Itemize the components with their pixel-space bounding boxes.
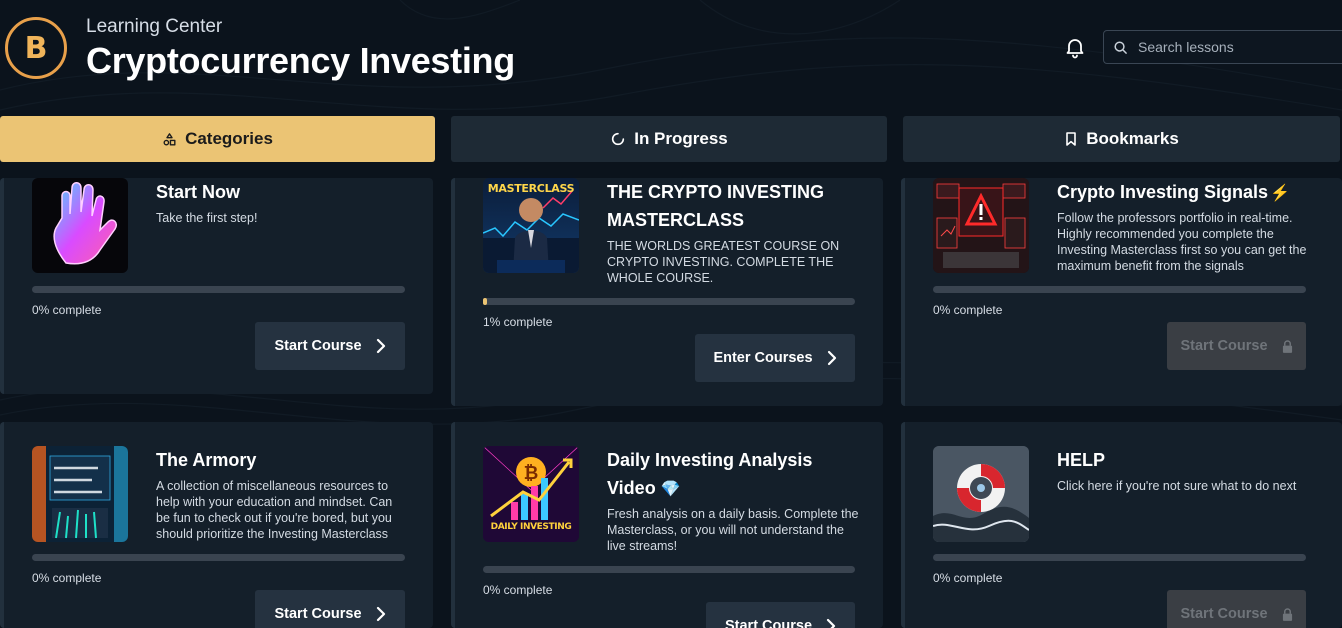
progress-label: 0% complete [483, 583, 553, 597]
progress-fill [483, 298, 487, 305]
daily-investing-image: ₿ DAILY INVESTING [483, 446, 579, 542]
card-accent [451, 422, 455, 628]
chevron-right-icon [376, 338, 385, 354]
card-description: Follow the professors portfolio in real-… [1057, 211, 1307, 273]
progress-label: 0% complete [933, 303, 1003, 317]
card-description: A collection of miscellaneous resources … [156, 479, 393, 541]
thumbnail-text: MASTERCLASS [487, 182, 575, 195]
page-title: Cryptocurrency Investing [86, 40, 515, 81]
logo[interactable]: B [5, 17, 67, 79]
card-accent [901, 178, 905, 406]
button-label: Start Course [274, 606, 362, 622]
spinner-icon [612, 132, 625, 146]
page-subtitle: Learning Center [86, 16, 223, 37]
start-course-button[interactable]: Start Course [255, 590, 405, 628]
bookmark-icon [1066, 132, 1076, 146]
neon-hand-image [32, 178, 128, 273]
progress-bar [32, 554, 405, 561]
card-description: Click here if you're not sure what to do… [1057, 479, 1297, 493]
card-accent [901, 422, 905, 628]
chevron-right-icon [376, 606, 385, 622]
enter-courses-button[interactable]: Enter Courses [695, 334, 855, 382]
card-title-line: Video 💎 [607, 474, 812, 504]
tab-label: Bookmarks [1086, 129, 1179, 148]
progress-bar [933, 554, 1306, 561]
progress-bar [933, 286, 1306, 293]
course-card-help[interactable]: HELP Click here if you're not sure what … [901, 422, 1342, 628]
tab-categories[interactable]: Categories [0, 116, 435, 162]
card-title-line: Daily Investing Analysis [607, 450, 813, 470]
progress-label: 0% complete [32, 571, 102, 585]
masterclass-image: MASTERCLASS [483, 178, 579, 273]
lightning-icon: ⚡ [1270, 185, 1290, 202]
tab-label: Categories [185, 129, 273, 148]
tab-label: In Progress [634, 129, 728, 148]
course-card-signals[interactable]: Crypto Investing Signals ⚡ Follow the pro… [901, 178, 1342, 406]
start-course-button-locked[interactable]: Start Course [1167, 590, 1306, 628]
button-label: Start Course [1180, 606, 1268, 622]
lock-icon [1282, 607, 1292, 621]
card-title-line: THE CRYPTO INVESTING [607, 182, 825, 202]
progress-bar [32, 286, 405, 293]
diamond-icon: 💎 [660, 481, 681, 498]
bell-icon[interactable] [1063, 35, 1087, 59]
tab-bookmarks[interactable]: Bookmarks [903, 116, 1340, 162]
logo-letter: B [24, 30, 48, 66]
progress-label: 0% complete [32, 303, 102, 317]
card-title: The Armory [156, 450, 257, 470]
progress-bar [483, 566, 855, 573]
search-icon [1114, 40, 1127, 54]
start-course-button[interactable]: Start Course [255, 322, 405, 370]
card-title: HELP [1057, 450, 1106, 470]
chevron-right-icon [827, 350, 836, 366]
card-description: Take the first step! [156, 211, 258, 225]
thumbnail-text: DAILY INVESTING [490, 522, 572, 532]
trading-alert-image [933, 178, 1029, 273]
progress-label: 0% complete [933, 571, 1003, 585]
svg-text:₿: ₿ [524, 463, 539, 484]
chevron-right-icon [826, 618, 836, 628]
search-input[interactable] [1138, 39, 1328, 55]
search-box[interactable] [1103, 30, 1342, 64]
card-title: Crypto Investing Signals ⚡ [1057, 178, 1290, 208]
categories-icon [163, 132, 176, 145]
button-label: Start Course [724, 618, 813, 628]
card-title: THE CRYPTO INVESTING MASTERCLASS [607, 178, 824, 234]
card-description: Fresh analysis on a daily basis. Complet… [607, 507, 859, 553]
start-course-button[interactable]: Start Course [706, 602, 855, 628]
start-course-button-locked[interactable]: Start Course [1167, 322, 1306, 370]
card-accent [0, 178, 4, 394]
progress-bar [483, 298, 855, 305]
course-card-masterclass[interactable]: MASTERCLASS THE CRYPTO INVESTING MASTERC… [451, 178, 883, 406]
course-card-armory[interactable]: The Armory A collection of miscellaneous… [0, 422, 433, 628]
lifebuoy-image [933, 446, 1029, 542]
lock-icon [1282, 339, 1292, 353]
progress-label: 1% complete [483, 315, 553, 329]
button-label: Start Course [1180, 338, 1268, 354]
button-label: Start Course [274, 338, 362, 354]
armory-image [32, 446, 128, 542]
card-title: Start Now [156, 182, 241, 202]
course-card-daily-analysis[interactable]: ₿ DAILY INVESTING Daily Investing Analys… [451, 422, 883, 628]
course-card-start-now[interactable]: Start Now Take the first step! 0% comple… [0, 178, 433, 394]
card-title-line: MASTERCLASS [607, 210, 745, 230]
card-title-text: Video [607, 478, 656, 498]
card-description: THE WORLDS GREATEST COURSE ON CRYPTO INV… [607, 239, 840, 285]
header: B Learning Center Cryptocurrency Investi… [0, 0, 1342, 110]
tab-in-progress[interactable]: In Progress [451, 116, 887, 162]
card-accent [451, 178, 455, 406]
card-title: Daily Investing Analysis Video 💎 [607, 446, 812, 504]
card-title-text: Crypto Investing Signals [1057, 182, 1269, 202]
card-accent [0, 422, 4, 628]
button-label: Enter Courses [713, 350, 813, 366]
